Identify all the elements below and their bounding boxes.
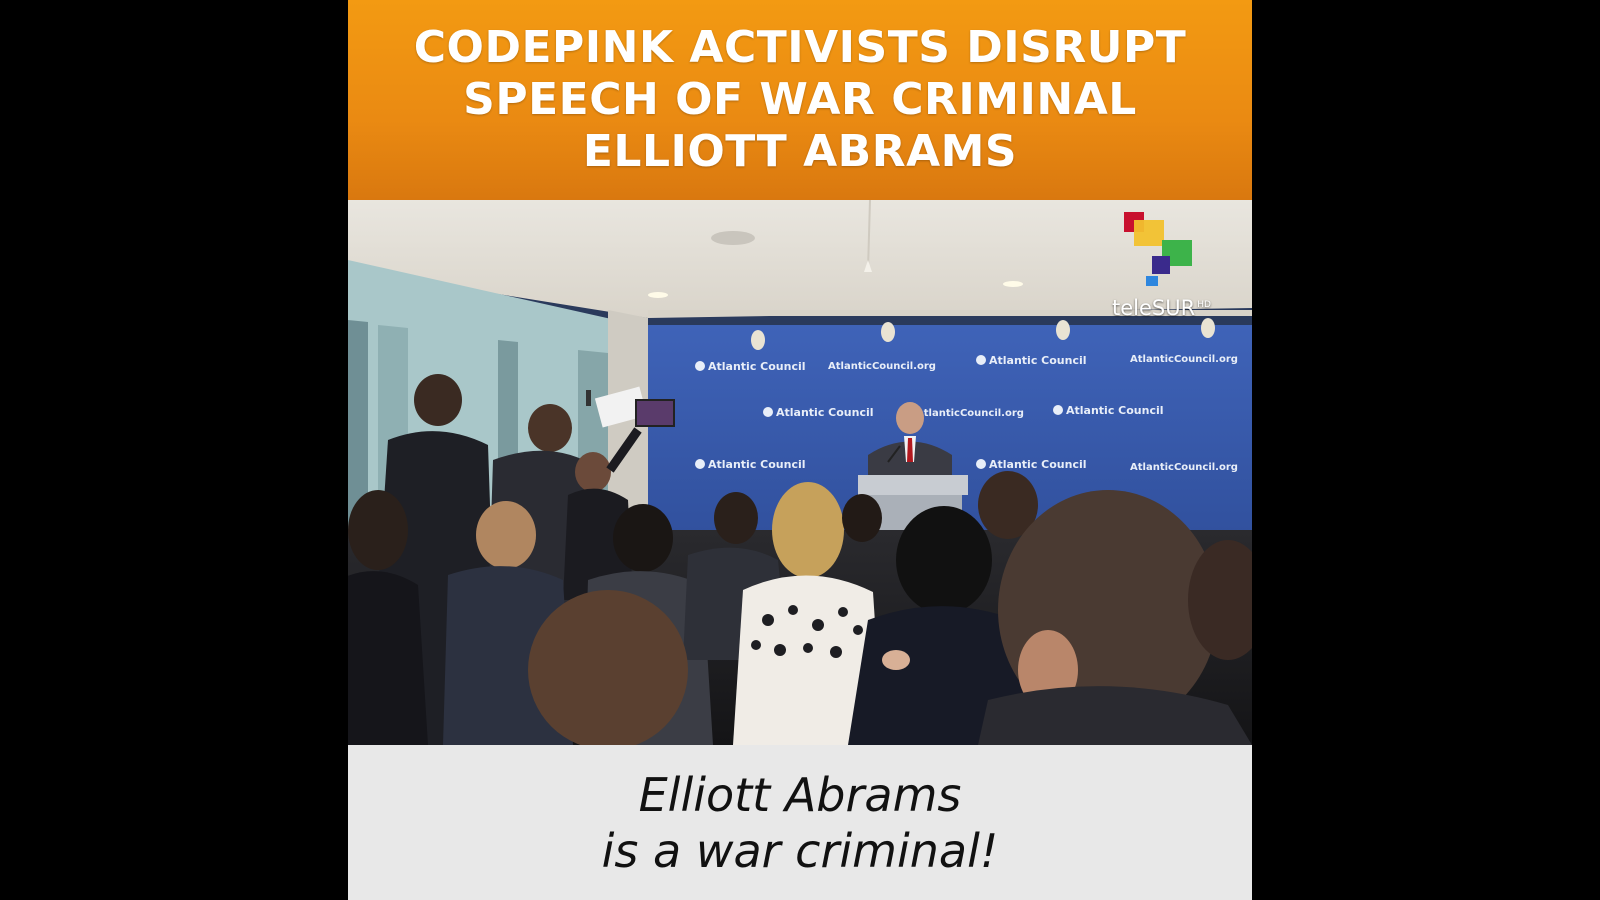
telesur-logo: teleSUR HD (1112, 212, 1212, 322)
headline-line-2: SPEECH OF WAR CRIMINAL (463, 74, 1137, 125)
ceiling-light (1003, 281, 1023, 287)
subtitle-caption: Elliott Abrams is a war criminal! (348, 745, 1252, 900)
caption-line-2: is a war criminal! (601, 823, 999, 878)
video-frame: CODEPINK ACTIVISTS DISRUPT SPEECH OF WAR… (348, 0, 1252, 900)
backdrop-label: Atlantic Council (989, 354, 1087, 367)
backdrop-label: Atlantic Council (989, 458, 1087, 471)
backdrop-label: Atlantic Council (708, 458, 806, 471)
backdrop-label: Atlantic Council (708, 360, 806, 373)
headline-banner: CODEPINK ACTIVISTS DISRUPT SPEECH OF WAR… (348, 0, 1252, 200)
ceiling-speaker (711, 231, 755, 245)
protest-sign (635, 399, 675, 427)
headline-text: CODEPINK ACTIVISTS DISRUPT SPEECH OF WAR… (400, 22, 1200, 178)
headline-line-3: ELLIOTT ABRAMS (582, 126, 1018, 177)
backdrop-url: AtlanticCouncil.org (1130, 354, 1238, 365)
backdrop-url: AtlanticCouncil.org (916, 408, 1024, 419)
caption-line-1: Elliott Abrams (638, 767, 962, 822)
backdrop-url: AtlanticCouncil.org (1130, 462, 1238, 473)
video-scene: Atlantic Council AtlanticCouncil.org Atl… (348, 200, 1252, 745)
ceiling-light (648, 292, 668, 298)
backdrop-label: Atlantic Council (776, 406, 874, 419)
hd-badge: HD (1197, 300, 1211, 310)
telesur-squares-icon (1124, 212, 1192, 286)
backdrop-label: Atlantic Council (1066, 404, 1164, 417)
telesur-wordmark: teleSUR (1112, 296, 1196, 320)
headline-line-1: CODEPINK ACTIVISTS DISRUPT (413, 22, 1187, 73)
backdrop-url: AtlanticCouncil.org (828, 361, 936, 372)
